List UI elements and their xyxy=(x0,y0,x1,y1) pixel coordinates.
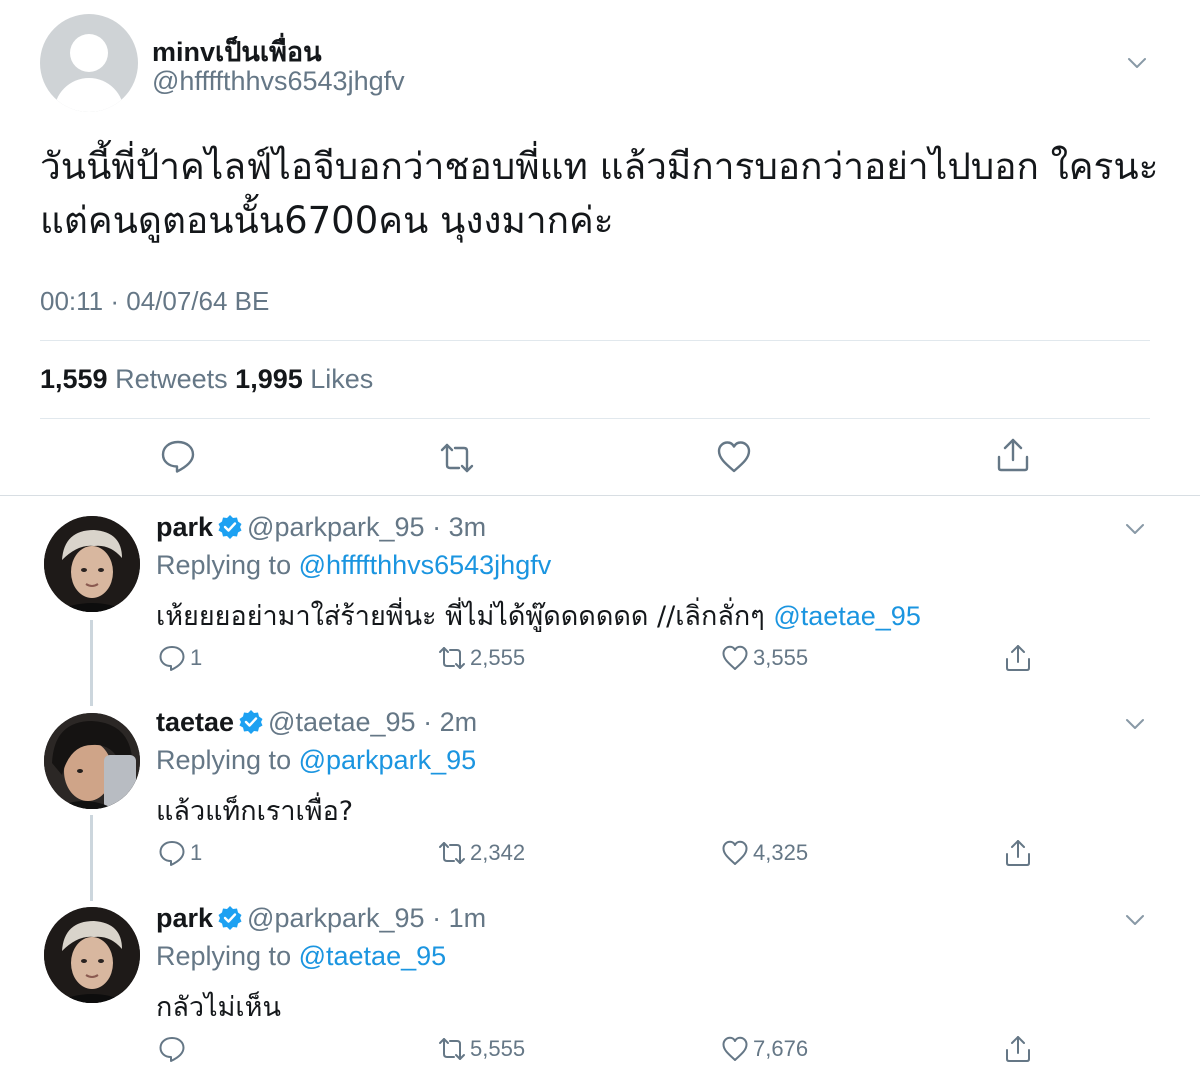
main-tweet-text: วันนี้พี่ป้าคไลฟ์ไอจีบอกว่าชอบพี่แท แล้ว… xyxy=(40,145,1159,242)
retweet-icon xyxy=(439,647,465,669)
reply-time[interactable]: · 1m xyxy=(432,903,486,933)
like-icon xyxy=(722,840,748,865)
retweet-count: 2,342 xyxy=(470,840,526,865)
retweet-count: 5,555 xyxy=(470,1036,526,1061)
reply-handle[interactable]: @taetae_95 xyxy=(268,707,416,737)
reply-text-body: เห้ยยยอย่ามาใส่ร้ายพี่นะ พี่ไม่ได้พู๊ดดด… xyxy=(156,601,765,632)
mention-link[interactable]: @taetae_95 xyxy=(773,601,921,631)
reply-count: 1 xyxy=(190,840,203,865)
replying-to-link[interactable]: @hffffthhvs6543jhgfv xyxy=(299,550,552,580)
replying-to-link[interactable]: @parkpark_95 xyxy=(299,745,477,775)
reply-display-name[interactable]: park xyxy=(156,903,213,933)
share-icon[interactable] xyxy=(1004,839,1032,867)
retweet-icon xyxy=(439,1038,465,1060)
replying-to: Replying to @hffffthhvs6543jhgfv xyxy=(156,550,551,581)
like-button[interactable]: 3,555 xyxy=(721,644,808,672)
retweet-button[interactable]: 5,555 xyxy=(438,1035,525,1063)
avatar[interactable] xyxy=(44,907,140,1003)
like-count: 3,555 xyxy=(753,645,809,670)
replying-to-link[interactable]: @taetae_95 xyxy=(299,941,447,971)
reply-icon[interactable] xyxy=(160,438,196,474)
reply-count: 1 xyxy=(190,645,203,670)
reply-handle[interactable]: @parkpark_95 xyxy=(247,903,425,933)
avatar[interactable] xyxy=(44,516,140,612)
chevron-down-icon[interactable] xyxy=(1126,52,1148,74)
retweets-count[interactable]: 1,559 xyxy=(40,364,108,394)
reply-time[interactable]: · 2m xyxy=(423,707,477,737)
reply-icon xyxy=(159,1037,185,1062)
replying-to: Replying to @taetae_95 xyxy=(156,941,446,972)
replying-to: Replying to @parkpark_95 xyxy=(156,745,476,776)
reply-text-body: แล้วแท็กเราเพื่อ? xyxy=(156,796,354,827)
default-avatar[interactable] xyxy=(40,14,138,112)
like-button[interactable]: 4,325 xyxy=(721,839,808,867)
chevron-down-icon[interactable] xyxy=(1124,713,1146,735)
retweet-icon xyxy=(439,842,465,864)
chevron-down-icon[interactable] xyxy=(1124,518,1146,540)
reply-button[interactable] xyxy=(158,1035,190,1063)
reply-tweet: park @parkpark_95 · 1m Replying to @taeta… xyxy=(0,887,1200,1071)
verified-badge-icon xyxy=(218,906,242,930)
reply-text-body: กลัวไม่เห็น xyxy=(156,992,281,1023)
share-icon[interactable] xyxy=(1004,644,1032,672)
main-tweet: minvเป็นเพื่อน @hffffthhvs6543jhgfv วันน… xyxy=(0,0,1200,495)
reply-text: แล้วแท็กเราเพื่อ? xyxy=(156,789,353,832)
reply-header: park @parkpark_95 · 1m xyxy=(156,903,486,934)
likes-label[interactable]: Likes xyxy=(310,364,373,394)
reply-button[interactable]: 1 xyxy=(158,644,202,672)
reply-tweet: park @parkpark_95 · 3m Replying to @hffff… xyxy=(0,496,1200,690)
like-icon[interactable] xyxy=(716,439,752,475)
chevron-down-icon[interactable] xyxy=(1124,909,1146,931)
like-icon xyxy=(722,645,748,670)
share-icon[interactable] xyxy=(1004,1035,1032,1063)
reply-icon xyxy=(159,841,185,866)
reply-tweet: taetae @taetae_95 · 2m Replying to @parkp… xyxy=(0,691,1200,887)
verified-badge-icon xyxy=(218,515,242,539)
reply-icon xyxy=(159,646,185,671)
retweet-icon[interactable] xyxy=(439,440,475,476)
reply-button[interactable]: 1 xyxy=(158,839,202,867)
main-handle[interactable]: @hffffthhvs6543jhgfv xyxy=(152,66,405,97)
reply-display-name[interactable]: taetae xyxy=(156,707,234,737)
replying-label: Replying to xyxy=(156,941,292,971)
retweet-count: 2,555 xyxy=(470,645,526,670)
verified-badge-icon xyxy=(239,710,263,734)
reply-handle[interactable]: @parkpark_95 xyxy=(247,512,425,542)
likes-count[interactable]: 1,995 xyxy=(235,364,303,394)
retweets-label[interactable]: Retweets xyxy=(115,364,228,394)
avatar[interactable] xyxy=(44,713,140,809)
reply-time[interactable]: · 3m xyxy=(432,512,486,542)
divider xyxy=(40,340,1150,341)
reply-header: park @parkpark_95 · 3m xyxy=(156,512,486,543)
replying-label: Replying to xyxy=(156,745,292,775)
retweet-button[interactable]: 2,342 xyxy=(438,839,525,867)
reply-text: กลัวไม่เห็น xyxy=(156,985,281,1028)
reply-header: taetae @taetae_95 · 2m xyxy=(156,707,477,738)
like-count: 4,325 xyxy=(753,840,809,865)
tweet-timestamp[interactable]: 00:11 · 04/07/64 BE xyxy=(40,286,269,317)
reply-text: เห้ยยยอย่ามาใส่ร้ายพี่นะ พี่ไม่ได้พู๊ดดด… xyxy=(156,594,921,637)
engagement-stats: 1,559 Retweets 1,995 Likes xyxy=(40,364,373,395)
reply-display-name[interactable]: park xyxy=(156,512,213,542)
replying-label: Replying to xyxy=(156,550,292,580)
like-count: 7,676 xyxy=(753,1036,809,1061)
divider xyxy=(40,418,1150,419)
like-icon xyxy=(722,1036,748,1061)
like-button[interactable]: 7,676 xyxy=(721,1035,808,1063)
retweet-button[interactable]: 2,555 xyxy=(438,644,525,672)
share-icon[interactable] xyxy=(995,437,1031,473)
